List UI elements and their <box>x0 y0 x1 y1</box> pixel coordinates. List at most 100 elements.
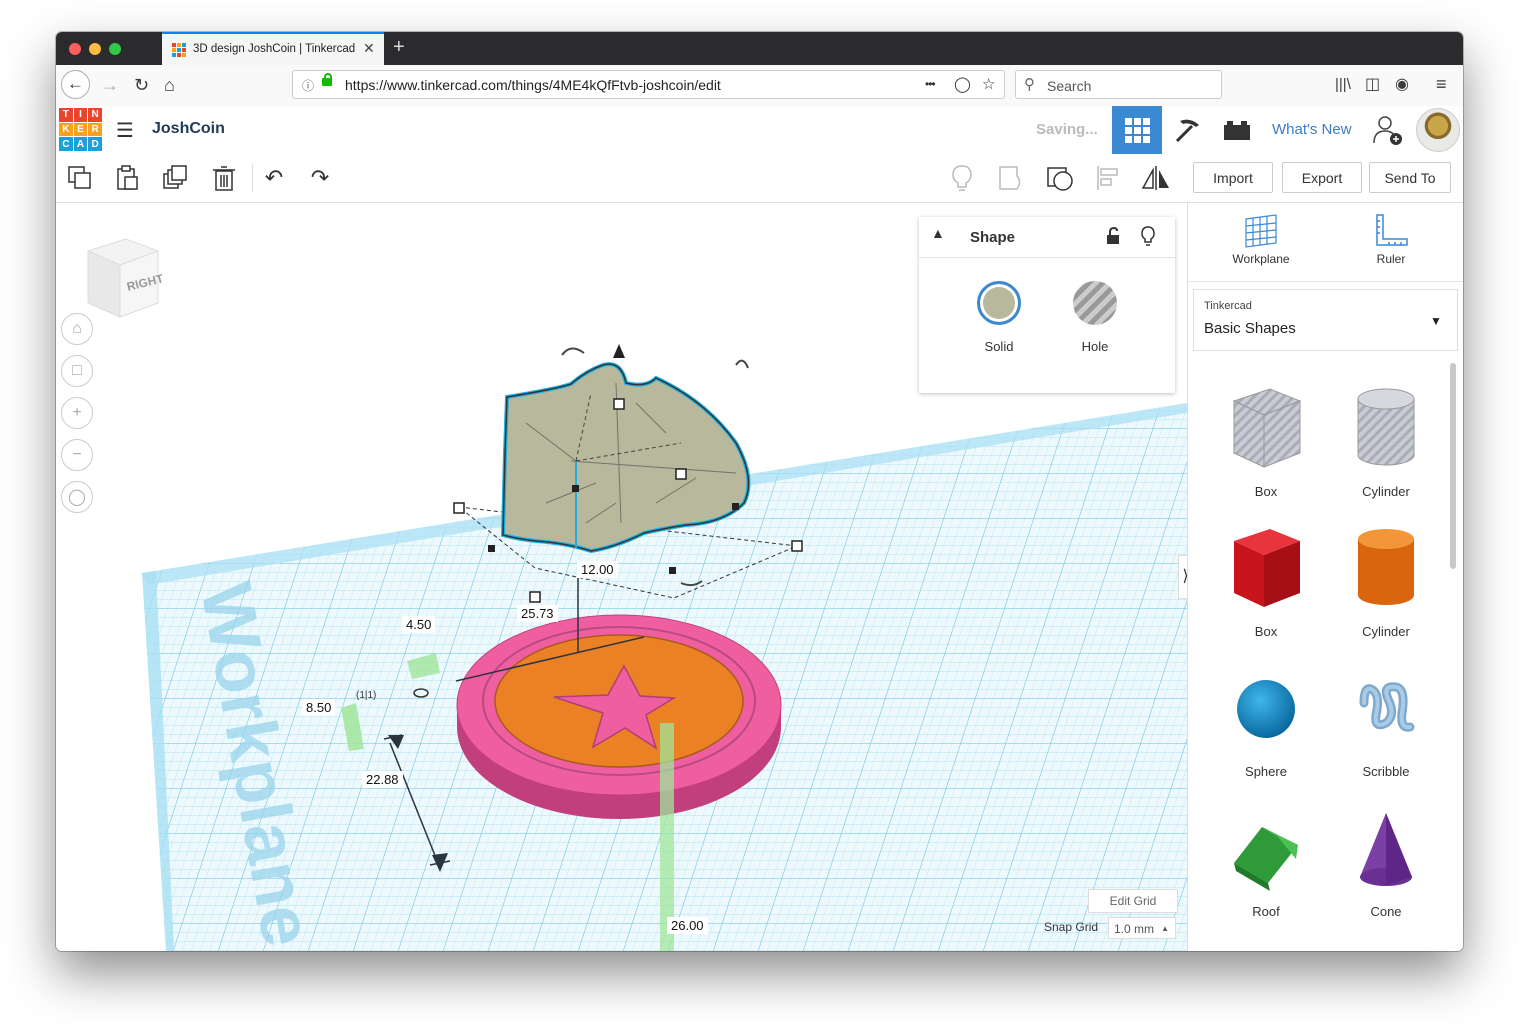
library-icon[interactable]: |||\ <box>1335 76 1351 94</box>
copy-icon[interactable] <box>66 164 94 192</box>
shape-cylinder[interactable]: Cylinder <box>1336 523 1436 639</box>
paste-icon[interactable] <box>113 164 141 192</box>
solid-option[interactable]: Solid <box>969 281 1029 354</box>
zoom-out-button[interactable]: − <box>61 439 93 471</box>
sidebar-icon[interactable]: ◫ <box>1365 76 1380 94</box>
shape-label: Scribble <box>1362 764 1410 779</box>
user-avatar[interactable] <box>1416 108 1460 152</box>
duplicate-icon[interactable] <box>162 164 190 192</box>
new-tab-button[interactable]: + <box>393 36 405 59</box>
snap-grid-label: Snap Grid <box>1044 920 1099 934</box>
minimize-window-button[interactable] <box>89 43 101 55</box>
ungroup-icon[interactable] <box>1046 164 1074 192</box>
import-button[interactable]: Import <box>1193 162 1273 193</box>
scribble-icon <box>1359 682 1415 732</box>
back-button[interactable]: ← <box>61 70 90 99</box>
url-bar[interactable]: ⓘ https://www.tinkercad.com/things/4ME4k… <box>292 70 1005 99</box>
edit-grid-button[interactable]: Edit Grid <box>1088 889 1178 913</box>
collapse-caret-icon[interactable]: ▲ <box>931 225 945 241</box>
cylinder-orange-icon <box>1358 529 1414 605</box>
account-icon[interactable]: ◉ <box>1395 76 1409 94</box>
shape-label: Cylinder <box>1362 484 1410 499</box>
reload-button[interactable]: ↻ <box>134 76 149 94</box>
menu-icon[interactable]: ≡ <box>1436 75 1447 93</box>
tinkercad-favicon-icon <box>172 43 186 57</box>
shape-cylinder-hole[interactable]: Cylinder <box>1336 383 1436 499</box>
tinkercad-logo[interactable]: T I N K E R C A D <box>59 108 102 151</box>
shape-cone[interactable]: Cone <box>1336 803 1436 919</box>
logo-letter: A <box>73 137 88 151</box>
tab-close-icon[interactable]: ✕ <box>363 40 375 57</box>
group-icon[interactable] <box>997 164 1025 192</box>
panel-toggle-button[interactable]: ⟩ <box>1178 555 1187 599</box>
lightbulb-icon[interactable] <box>948 164 976 192</box>
shape-box-hole[interactable]: Box <box>1216 383 1316 499</box>
shape-label: Roof <box>1252 904 1280 919</box>
hole-option[interactable]: Hole <box>1065 281 1125 354</box>
mirror-icon[interactable] <box>1141 164 1169 192</box>
undo-icon[interactable]: ↶ <box>260 164 288 192</box>
send-to-button[interactable]: Send To <box>1369 162 1451 193</box>
shape-scribble[interactable]: Scribble <box>1336 663 1436 779</box>
lift-arrow-icon[interactable] <box>613 344 625 358</box>
solid-label: Solid <box>984 339 1014 354</box>
align-icon[interactable] <box>1095 164 1123 192</box>
shape-sphere[interactable]: Sphere <box>1216 663 1316 779</box>
export-button[interactable]: Export <box>1282 162 1362 193</box>
shape-box[interactable]: Box <box>1216 523 1316 639</box>
solid-color-swatch[interactable] <box>977 281 1021 325</box>
coin-object[interactable] <box>456 614 782 819</box>
dimension-label[interactable]: 8.50 <box>302 699 336 716</box>
ruler-tool[interactable]: Ruler <box>1351 213 1431 266</box>
bookmark-star-icon[interactable]: ☆ <box>982 75 995 93</box>
rotate-arrow-icon[interactable] <box>561 347 585 356</box>
shape-label: Box <box>1254 624 1278 639</box>
shape-panel-title: Shape <box>970 229 1016 246</box>
zoom-window-button[interactable] <box>109 43 121 55</box>
whats-new-link[interactable]: What's New <box>1272 121 1352 138</box>
workplane-icon <box>1245 214 1277 248</box>
search-box[interactable]: ⚲ Search <box>1015 70 1222 99</box>
home-button[interactable]: ⌂ <box>164 76 175 94</box>
rotate-arrow-icon[interactable] <box>735 359 749 369</box>
dimension-label[interactable]: 25.73 <box>517 605 558 622</box>
design-list-icon[interactable]: ☰ <box>116 118 134 143</box>
workplane-tool[interactable]: Workplane <box>1221 213 1301 266</box>
hole-swatch[interactable] <box>1073 281 1117 325</box>
fit-view-button[interactable]: □ <box>61 355 93 387</box>
3d-view-button[interactable] <box>1112 106 1162 154</box>
shape-roof[interactable]: Roof <box>1216 803 1316 919</box>
view-cube[interactable]: RIGHT <box>86 237 166 321</box>
pocket-icon[interactable]: ◯ <box>954 75 971 93</box>
dimension-label[interactable]: 26.00 <box>667 917 708 934</box>
page-actions-icon[interactable]: ••• <box>925 77 936 91</box>
3d-canvas[interactable]: Workplane (1|1) RIGHT ⌂ □ + − ◯ 12.00 25… <box>56 203 1187 951</box>
shape-library-select[interactable]: Tinkercad Basic Shapes ▼ <box>1193 289 1458 351</box>
home-view-button[interactable]: ⌂ <box>61 313 93 345</box>
redo-icon[interactable]: ↷ <box>306 164 334 192</box>
url-text[interactable]: https://www.tinkercad.com/things/4ME4kQf… <box>345 77 721 93</box>
chevron-up-icon: ▲ <box>1161 924 1169 933</box>
blocks-button[interactable] <box>1162 106 1212 154</box>
browser-tab[interactable]: 3D design JoshCoin | Tinkercad ✕ <box>162 32 384 65</box>
close-window-button[interactable] <box>69 43 81 55</box>
site-info-icon[interactable]: ⓘ <box>302 77 314 94</box>
shape-panel-header: ▲ Shape <box>919 217 1175 258</box>
logo-letter: R <box>88 122 102 137</box>
cone-icon <box>1360 813 1412 886</box>
box-hole-icon <box>1232 388 1302 468</box>
lightbulb-icon[interactable] <box>1140 226 1156 246</box>
snap-grid-select[interactable]: 1.0 mm ▲ <box>1108 917 1176 939</box>
design-name[interactable]: JoshCoin <box>152 120 225 138</box>
dimension-label[interactable]: 22.88 <box>362 771 403 788</box>
dimension-label[interactable]: 4.50 <box>402 616 436 633</box>
lock-icon[interactable] <box>1106 227 1120 245</box>
shapes-scrollbar[interactable] <box>1450 363 1456 569</box>
dimension-label[interactable]: 12.00 <box>577 561 618 578</box>
add-user-button[interactable] <box>1366 106 1410 154</box>
trash-icon[interactable] <box>210 164 238 192</box>
ortho-view-button[interactable]: ◯ <box>61 481 93 513</box>
zoom-in-button[interactable]: + <box>61 397 93 429</box>
forward-button[interactable]: → <box>101 76 119 94</box>
bricks-button[interactable] <box>1212 106 1262 154</box>
